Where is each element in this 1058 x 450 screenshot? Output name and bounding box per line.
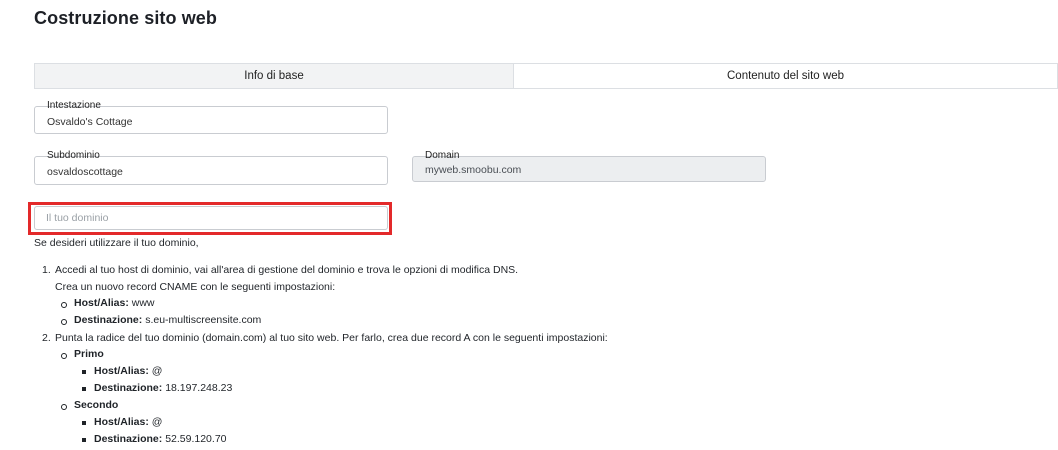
- circle-bullet-icon: [61, 353, 67, 359]
- domain-field-label: Domain: [425, 150, 460, 161]
- custom-domain-field[interactable]: [34, 206, 388, 230]
- step1-text: Accedi al tuo host di dominio, vai all'a…: [55, 264, 519, 276]
- step2-first-dest-value: 18.197.248.23: [165, 382, 233, 394]
- step1-host-value: www: [131, 297, 155, 309]
- square-bullet-icon: [82, 370, 86, 374]
- step2-number: 2.: [42, 332, 51, 344]
- subdomain-field-value[interactable]: osvaldoscottage: [47, 166, 123, 178]
- step1-host-row: Host/Alias: www: [74, 297, 155, 309]
- step1-dest-label: Destinazione:: [74, 314, 143, 326]
- domain-field-value: myweb.smoobu.com: [425, 164, 522, 176]
- instructions-intro: Se desideri utilizzare il tuo dominio,: [34, 237, 199, 249]
- tab-contenuto-sito-web[interactable]: Contenuto del sito web: [514, 63, 1058, 89]
- step1-dest-row: Destinazione: s.eu-multiscreensite.com: [74, 314, 261, 326]
- step2-second-host-value: @: [151, 416, 163, 428]
- square-bullet-icon: [82, 421, 86, 425]
- step2-text: Punta la radice del tuo dominio (domain.…: [55, 332, 608, 344]
- heading-field[interactable]: Intestazione Osvaldo's Cottage: [34, 100, 388, 134]
- step2-first-label: Primo: [74, 348, 104, 360]
- step2-first-host-row: Host/Alias: @: [94, 365, 162, 377]
- step1-host-label: Host/Alias:: [74, 297, 129, 309]
- tab-bar: Info di base Contenuto del sito web: [34, 63, 1058, 89]
- circle-bullet-icon: [61, 319, 67, 325]
- subdomain-field[interactable]: Subdominio osvaldoscottage: [34, 150, 388, 185]
- step1-number: 1.: [42, 264, 51, 276]
- step2-second-dest-row: Destinazione: 52.59.120.70: [94, 433, 227, 445]
- step2-second-dest-value: 52.59.120.70: [165, 433, 227, 445]
- subdomain-field-label: Subdominio: [47, 150, 100, 161]
- step2-second-host-label: Host/Alias:: [94, 416, 149, 428]
- custom-domain-input[interactable]: [35, 207, 387, 229]
- step2-second-host-row: Host/Alias: @: [94, 416, 162, 428]
- square-bullet-icon: [82, 438, 86, 442]
- page-title: Costruzione sito web: [34, 8, 218, 28]
- step2-first-dest-row: Destinazione: 18.197.248.23: [94, 382, 232, 394]
- heading-field-label: Intestazione: [47, 100, 101, 111]
- heading-field-value[interactable]: Osvaldo's Cottage: [47, 116, 132, 128]
- step2-second-label: Secondo: [74, 399, 119, 411]
- square-bullet-icon: [82, 387, 86, 391]
- tab-info-di-base[interactable]: Info di base: [34, 63, 514, 89]
- step2-first-host-label: Host/Alias:: [94, 365, 149, 377]
- step2-first-dest-label: Destinazione:: [94, 382, 163, 394]
- circle-bullet-icon: [61, 302, 67, 308]
- step1-dest-value: s.eu-multiscreensite.com: [145, 314, 262, 326]
- circle-bullet-icon: [61, 404, 67, 410]
- step2-first-host-value: @: [151, 365, 163, 377]
- step1-subtext: Crea un nuovo record CNAME con le seguen…: [55, 281, 336, 293]
- domain-field: Domain myweb.smoobu.com: [412, 150, 766, 182]
- step2-second-dest-label: Destinazione:: [94, 433, 163, 445]
